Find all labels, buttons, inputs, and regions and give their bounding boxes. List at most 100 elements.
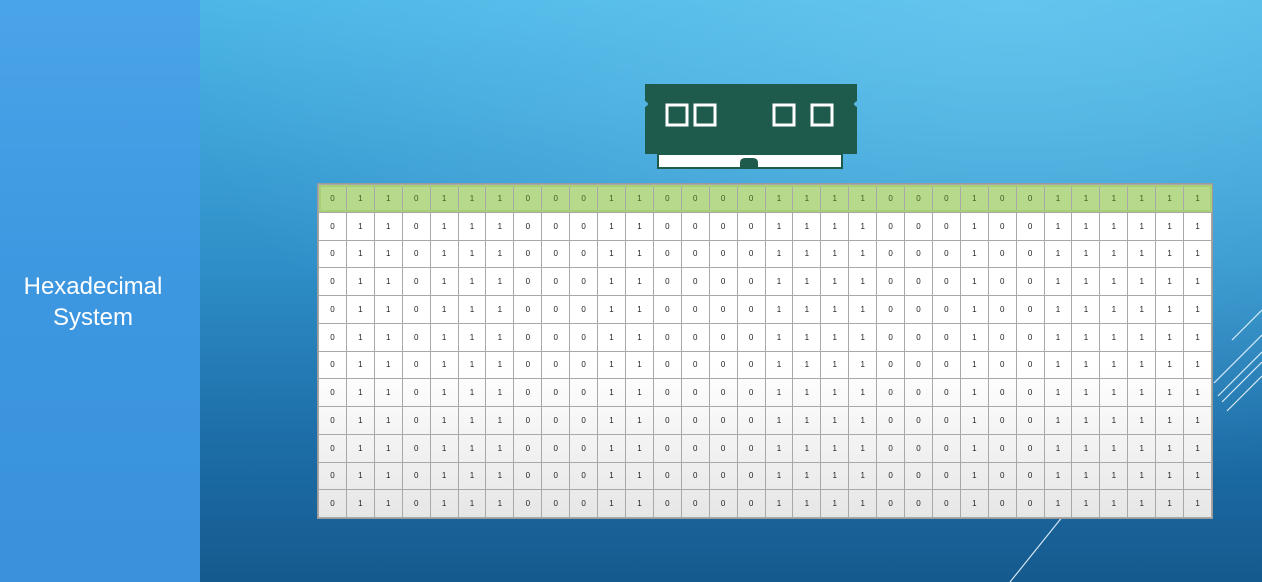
bit-cell: 1 xyxy=(1099,350,1129,380)
bit-cell: 0 xyxy=(1015,322,1045,352)
bit-cell: 1 xyxy=(345,406,375,435)
bit-cell: 0 xyxy=(904,489,933,518)
bit-cell: 1 xyxy=(345,211,375,241)
bit-cell: 1 xyxy=(485,295,515,324)
bit-cell: 1 xyxy=(457,239,487,269)
bit-cell: 0 xyxy=(401,267,431,296)
bit-cell: 1 xyxy=(848,489,878,518)
highlighted-memory-row: 01101110001100001111000100111111 xyxy=(318,184,1212,213)
bit-cell: 1 xyxy=(792,378,822,407)
bit-cell: 0 xyxy=(513,433,543,463)
bit-cell: 1 xyxy=(820,489,850,518)
bit-cell: 1 xyxy=(429,406,459,435)
bit-cell: 0 xyxy=(569,461,599,491)
memory-row: 01101110001100001111000100111111 xyxy=(318,211,1212,241)
bit-cell: 1 xyxy=(959,406,989,435)
bit-cell: 1 xyxy=(792,239,822,269)
bit-cell: 0 xyxy=(541,406,571,435)
bit-cell: 1 xyxy=(429,489,459,518)
bit-cell: 0 xyxy=(652,295,682,324)
bit-cell: 1 xyxy=(1127,267,1157,296)
bit-cell: 1 xyxy=(1043,295,1073,324)
bit-cell: 1 xyxy=(373,184,403,213)
bit-cell: 0 xyxy=(680,267,710,296)
bit-cell: 0 xyxy=(318,433,347,463)
bit-cell: 1 xyxy=(597,239,626,269)
bit-cell: 1 xyxy=(1183,267,1212,296)
bit-cell: 1 xyxy=(1183,211,1212,241)
bit-cell: 1 xyxy=(457,350,487,380)
bit-cell: 1 xyxy=(624,295,654,324)
bit-cell: 1 xyxy=(764,295,794,324)
bit-cell: 0 xyxy=(876,406,906,435)
bit-cell: 0 xyxy=(904,239,933,269)
bit-cell: 1 xyxy=(1127,406,1157,435)
memory-row: 01101110001100001111000100111111 xyxy=(318,461,1212,491)
bit-cell: 0 xyxy=(1015,489,1045,518)
bit-cell: 1 xyxy=(792,350,822,380)
bit-cell: 1 xyxy=(373,295,403,324)
bit-cell: 1 xyxy=(1071,350,1101,380)
bit-cell: 1 xyxy=(792,295,822,324)
bit-cell: 1 xyxy=(485,267,515,296)
bit-cell: 1 xyxy=(820,211,850,241)
bit-cell: 0 xyxy=(1015,406,1045,435)
bit-cell: 0 xyxy=(680,489,710,518)
bit-cell: 0 xyxy=(708,184,738,213)
bit-cell: 1 xyxy=(1155,184,1185,213)
bit-cell: 1 xyxy=(485,489,515,518)
bit-cell: 1 xyxy=(597,322,626,352)
bit-cell: 1 xyxy=(820,350,850,380)
bit-cell: 1 xyxy=(959,239,989,269)
bit-cell: 0 xyxy=(541,184,571,213)
bit-cell: 1 xyxy=(1071,184,1101,213)
bit-cell: 1 xyxy=(624,267,654,296)
bit-cell: 1 xyxy=(959,433,989,463)
bit-cell: 1 xyxy=(485,350,515,380)
bit-cell: 1 xyxy=(1043,378,1073,407)
bit-cell: 1 xyxy=(1099,184,1129,213)
bit-cell: 1 xyxy=(1043,267,1073,296)
bit-cell: 0 xyxy=(987,378,1017,407)
bit-cell: 0 xyxy=(736,461,766,491)
bit-cell: 0 xyxy=(1015,378,1045,407)
bit-cell: 0 xyxy=(736,433,766,463)
bit-cell: 1 xyxy=(345,378,375,407)
bit-cell: 0 xyxy=(401,322,431,352)
bit-cell: 0 xyxy=(904,184,933,213)
bit-cell: 0 xyxy=(904,267,933,296)
bit-cell: 1 xyxy=(1183,322,1212,352)
bit-cell: 0 xyxy=(569,184,599,213)
bit-cell: 1 xyxy=(959,267,989,296)
bit-cell: 1 xyxy=(345,267,375,296)
bit-cell: 1 xyxy=(373,406,403,435)
bit-cell: 0 xyxy=(680,295,710,324)
bit-cell: 1 xyxy=(1043,184,1073,213)
bit-cell: 1 xyxy=(1127,184,1157,213)
bit-cell: 0 xyxy=(513,461,543,491)
bit-cell: 0 xyxy=(931,461,961,491)
bit-cell: 1 xyxy=(373,433,403,463)
bit-cell: 0 xyxy=(708,211,738,241)
bit-cell: 0 xyxy=(541,461,571,491)
bit-cell: 1 xyxy=(457,461,487,491)
bit-cell: 0 xyxy=(1015,211,1045,241)
bit-cell: 0 xyxy=(904,350,933,380)
bit-cell: 1 xyxy=(429,461,459,491)
bit-cell: 1 xyxy=(820,239,850,269)
bit-cell: 1 xyxy=(764,406,794,435)
bit-cell: 1 xyxy=(624,322,654,352)
bit-cell: 1 xyxy=(1183,378,1212,407)
bit-cell: 1 xyxy=(1071,433,1101,463)
bit-cell: 1 xyxy=(1099,406,1129,435)
bit-cell: 0 xyxy=(569,211,599,241)
bit-cell: 0 xyxy=(569,267,599,296)
bit-cell: 0 xyxy=(736,378,766,407)
bit-cell: 0 xyxy=(569,239,599,269)
bit-cell: 1 xyxy=(624,239,654,269)
bit-cell: 0 xyxy=(708,295,738,324)
bit-cell: 0 xyxy=(876,295,906,324)
bit-cell: 1 xyxy=(1099,433,1129,463)
bit-cell: 1 xyxy=(959,350,989,380)
bit-cell: 0 xyxy=(569,406,599,435)
